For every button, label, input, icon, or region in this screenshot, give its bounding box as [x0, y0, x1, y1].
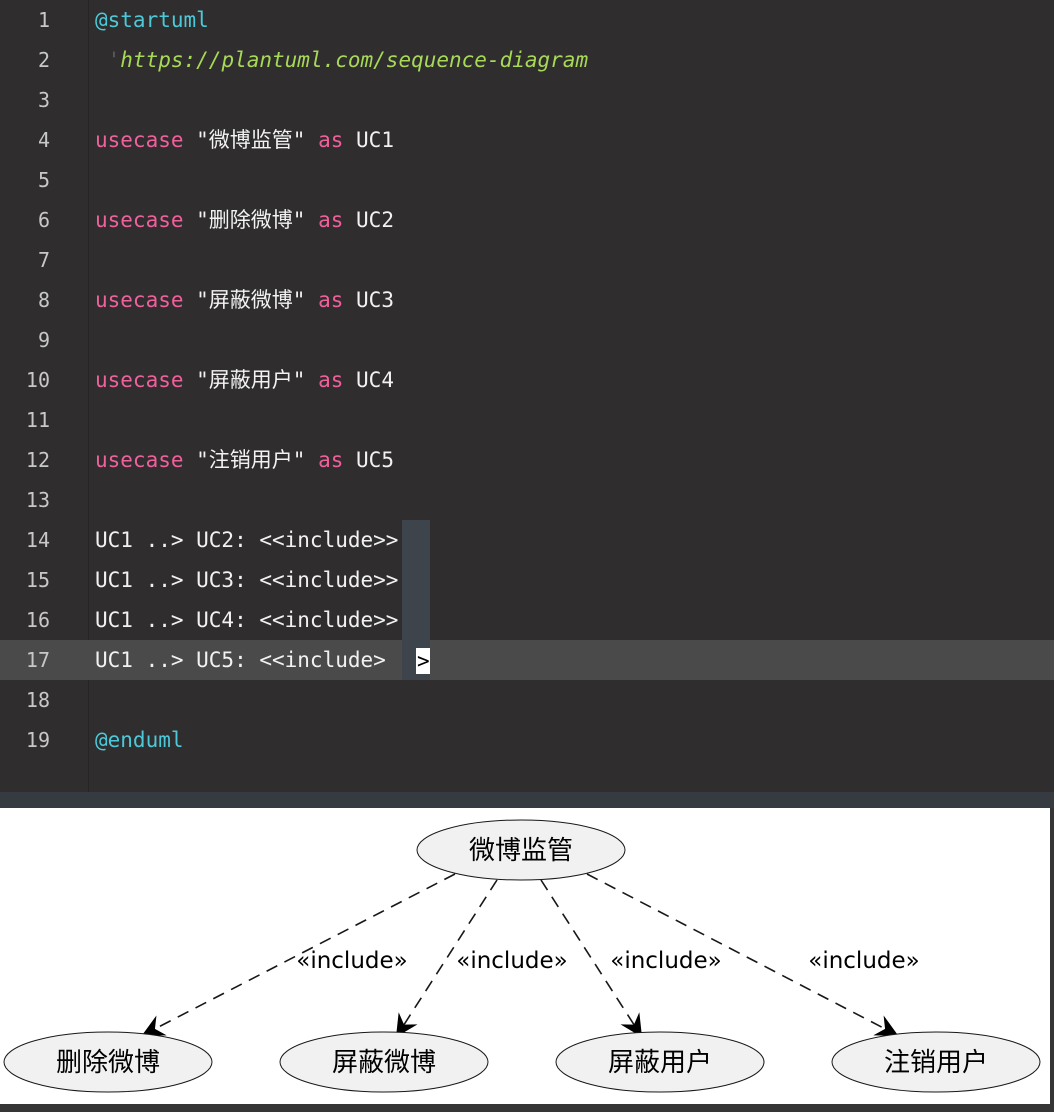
line-number: 7 — [37, 248, 50, 272]
line-number: 18 — [25, 688, 50, 712]
line-number: 11 — [25, 408, 50, 432]
cursor-character: > — [417, 649, 430, 673]
code-line[interactable]: 9 — [0, 320, 1054, 360]
code-line[interactable]: 4 usecase "微博监管" as UC1 — [0, 120, 1054, 160]
line-number: 3 — [37, 88, 50, 112]
code-line[interactable]: 13 — [0, 480, 1054, 520]
code-line[interactable]: 14 UC1 ..> UC2: <<include>> — [0, 520, 1054, 560]
code-token: "微博监管" — [183, 128, 319, 152]
line-code: usecase "屏蔽用户" as UC4 — [95, 360, 394, 400]
usecase-child-label: 屏蔽微博 — [332, 1048, 436, 1078]
code-token: as — [318, 128, 344, 152]
usecase-child-label: 注销用户 — [884, 1048, 988, 1078]
include-label: «include» — [296, 948, 407, 974]
code-token: ' — [95, 48, 121, 72]
code-line[interactable]: 6 usecase "删除微博" as UC2 — [0, 200, 1054, 240]
code-token: "注销用户" — [183, 448, 319, 472]
usecase-child-label: 屏蔽用户 — [608, 1048, 712, 1078]
code-token: "删除微博" — [183, 208, 319, 232]
line-number: 6 — [37, 208, 50, 232]
code-token: https://plantuml.com/sequence-diagram — [120, 48, 589, 72]
code-token: UC1 ..> UC5: <<include> — [95, 648, 386, 672]
line-code: 'https://plantuml.com/sequence-diagram — [95, 40, 588, 80]
usecase-root-label: 微博监管 — [469, 836, 573, 866]
line-number: 14 — [25, 528, 50, 552]
code-line[interactable]: 5 — [0, 160, 1054, 200]
line-code: UC1 ..> UC3: <<include>> — [95, 560, 398, 600]
diagram-preview: «include» «include» «include» «include» 微博监… — [0, 808, 1050, 1104]
line-number: 12 — [25, 448, 50, 472]
line-code: UC1 ..> UC5: <<include> — [95, 640, 386, 680]
code-token: usecase — [95, 288, 184, 312]
line-number: 2 — [37, 48, 50, 72]
code-line[interactable]: 17 UC1 ..> UC5: <<include> — [0, 640, 1054, 680]
code-token: "屏蔽用户" — [183, 368, 319, 392]
code-token: UC4 — [343, 368, 394, 392]
code-token: UC2 — [343, 208, 394, 232]
line-number: 10 — [25, 368, 50, 392]
line-code: UC1 ..> UC4: <<include>> — [95, 600, 398, 640]
preview-border — [1050, 808, 1054, 1112]
line-number: 17 — [25, 648, 50, 672]
code-token: UC1 ..> UC2: <<include>> — [95, 528, 399, 552]
code-token: as — [318, 448, 344, 472]
code-token: @startuml — [95, 8, 209, 32]
code-token: as — [318, 368, 344, 392]
code-line[interactable]: 10 usecase "屏蔽用户" as UC4 — [0, 360, 1054, 400]
code-line[interactable]: 15 UC1 ..> UC3: <<include>> — [0, 560, 1054, 600]
code-token: usecase — [95, 128, 184, 152]
line-number: 1 — [37, 8, 50, 32]
line-number: 8 — [37, 288, 50, 312]
code-token: "屏蔽微博" — [183, 288, 319, 312]
code-line[interactable]: 12 usecase "注销用户" as UC5 — [0, 440, 1054, 480]
code-token: UC1 — [343, 128, 394, 152]
line-number: 5 — [37, 168, 50, 192]
code-line[interactable]: 11 — [0, 400, 1054, 440]
code-token: @enduml — [95, 728, 184, 752]
line-code: usecase "微博监管" as UC1 — [95, 120, 394, 160]
split-divider[interactable] — [0, 792, 1054, 808]
code-line[interactable]: 18 — [0, 680, 1054, 720]
code-line[interactable]: 3 — [0, 80, 1054, 120]
line-number: 13 — [25, 488, 50, 512]
include-label: «include» — [610, 948, 721, 974]
code-token: usecase — [95, 448, 184, 472]
line-number: 4 — [37, 128, 50, 152]
code-line[interactable]: 1 @startuml — [0, 0, 1054, 40]
line-code: UC1 ..> UC2: <<include>> — [95, 520, 398, 560]
code-token: UC1 ..> UC4: <<include>> — [95, 608, 399, 632]
line-number: 15 — [25, 568, 50, 592]
line-number: 16 — [25, 608, 50, 632]
line-code: usecase "注销用户" as UC5 — [95, 440, 394, 480]
include-label: «include» — [456, 948, 567, 974]
line-code: @enduml — [95, 720, 184, 760]
code-line[interactable]: 7 — [0, 240, 1054, 280]
usecase-child-label: 删除微博 — [56, 1048, 160, 1078]
line-code: usecase "删除微博" as UC2 — [95, 200, 394, 240]
code-token: usecase — [95, 208, 184, 232]
code-line[interactable]: 19 @enduml — [0, 720, 1054, 760]
code-token: UC1 ..> UC3: <<include>> — [95, 568, 399, 592]
code-token: as — [318, 288, 344, 312]
include-label: «include» — [808, 948, 919, 974]
code-line[interactable]: 16 UC1 ..> UC4: <<include>> — [0, 600, 1054, 640]
usecase-diagram: «include» «include» «include» «include» 微博监… — [3, 819, 1041, 1093]
code-editor[interactable]: 1 @startuml 2 'https://plantuml.com/sequen… — [0, 0, 1054, 792]
line-code: usecase "屏蔽微博" as UC3 — [95, 280, 394, 320]
bottom-bar — [0, 1104, 1054, 1112]
line-number: 9 — [37, 328, 50, 352]
line-number: 19 — [25, 728, 50, 752]
code-line[interactable]: 8 usecase "屏蔽微博" as UC3 — [0, 280, 1054, 320]
code-token: usecase — [95, 368, 184, 392]
code-token: as — [318, 208, 344, 232]
code-token: UC3 — [343, 288, 394, 312]
line-code: @startuml — [95, 0, 209, 40]
code-line[interactable]: 2 'https://plantuml.com/sequence-diagram — [0, 40, 1054, 80]
code-token: UC5 — [343, 448, 394, 472]
